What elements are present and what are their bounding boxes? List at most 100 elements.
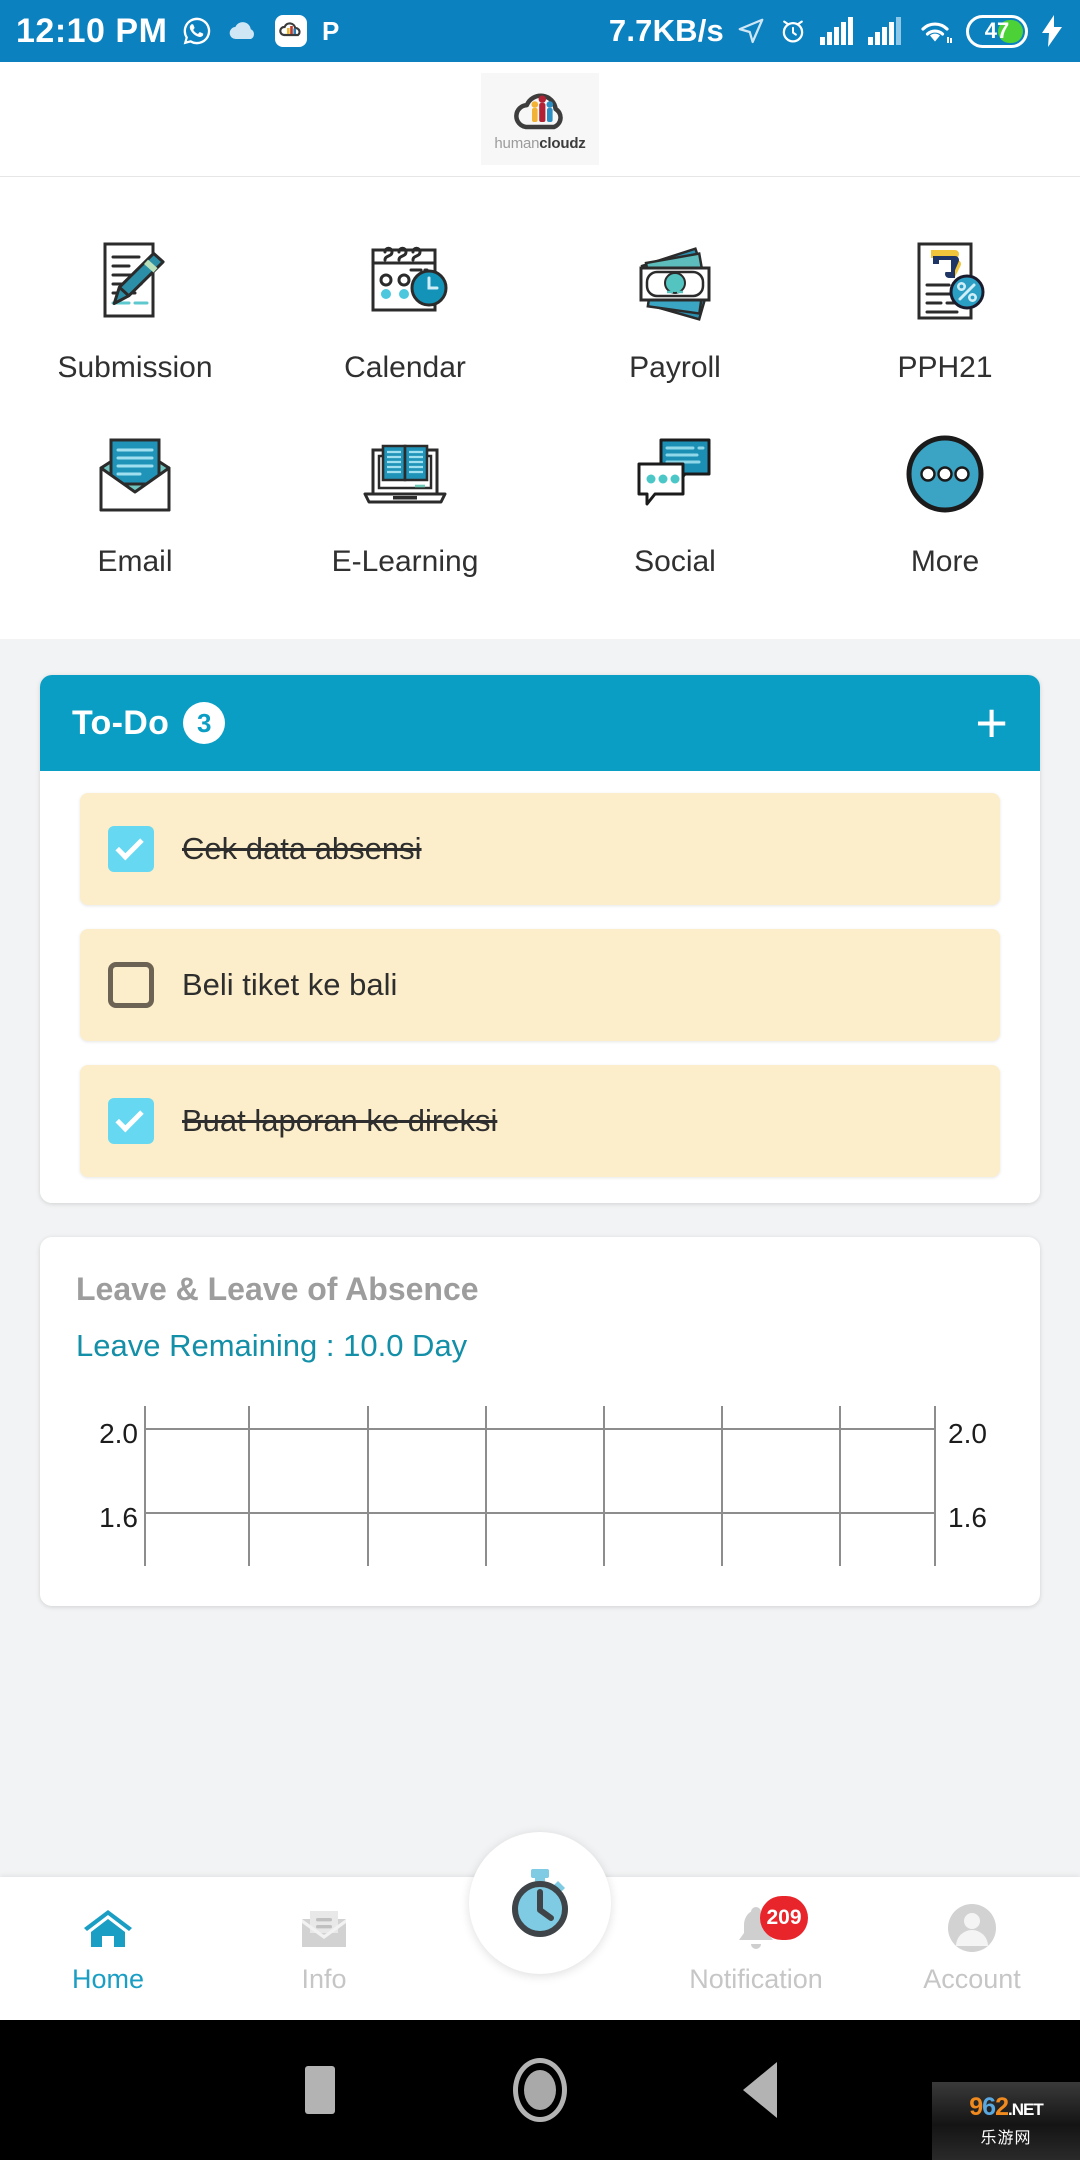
gridline-vertical: [839, 1406, 842, 1566]
network-speed: 7.7KB/s: [608, 13, 724, 48]
todo-checkbox-checked[interactable]: [108, 1098, 154, 1144]
todo-checkbox-checked[interactable]: [108, 826, 154, 872]
shortcut-pph21[interactable]: PPH21: [810, 209, 1080, 403]
battery-level: 47: [984, 18, 1010, 43]
shortcut-label: Payroll: [629, 351, 721, 384]
humancloudz-app-icon: [275, 15, 308, 47]
check-icon: [115, 832, 144, 861]
chat-bubbles-icon: [615, 421, 735, 531]
whatsapp-icon: [181, 15, 213, 47]
todo-title: To-Do: [72, 703, 170, 742]
app-logo: humancloudz: [481, 73, 599, 165]
chart-y-axis-left: 2.0 1.6: [76, 1406, 144, 1566]
cloud-icon: [227, 18, 261, 44]
todo-item-label: Beli tiket ke bali: [182, 967, 398, 1002]
status-bar: 12:10 PM P 7.7KB/s 47: [0, 0, 1080, 62]
y-tick-label: 1.6: [99, 1502, 138, 1533]
paypal-icon: P: [321, 15, 347, 47]
signal-icon-2: [868, 17, 904, 45]
shortcut-social[interactable]: Social: [540, 403, 810, 597]
signal-icon-1: [820, 17, 856, 45]
shortcut-label: More: [910, 545, 980, 578]
todo-item-label: Buat laporan ke direksi: [182, 1103, 498, 1138]
android-system-nav: 962.NET 乐游网: [0, 2020, 1080, 2160]
recents-button[interactable]: [210, 2066, 430, 2114]
todo-list-item[interactable]: Beli tiket ke bali: [80, 929, 1000, 1041]
nav-label: Info: [301, 1964, 347, 1994]
shortcut-label: Submission: [57, 351, 213, 384]
shortcut-label: PPH21: [897, 351, 993, 384]
nav-label: Account: [923, 1964, 1021, 1994]
watermark-net: .NET: [1007, 2099, 1044, 2119]
site-watermark: 962.NET 乐游网: [932, 2082, 1080, 2160]
chart-y-axis-right: 2.0 1.6: [936, 1406, 1004, 1566]
shortcut-elearning[interactable]: E-Learning: [270, 403, 540, 597]
leave-remaining-text: Leave Remaining : 10.0 Day: [76, 1328, 468, 1363]
gridline-vertical: [721, 1406, 724, 1566]
gridline-vertical: [248, 1406, 251, 1566]
alarm-icon: [778, 16, 808, 46]
y-tick-label: 2.0: [99, 1418, 138, 1449]
shortcut-more[interactable]: More: [810, 403, 1080, 597]
shortcut-email[interactable]: Email: [0, 403, 270, 597]
nav-item-notification[interactable]: 209 Notification: [648, 1896, 864, 1995]
shortcut-label: Email: [97, 545, 173, 578]
watermark-digit-6: 6: [982, 2092, 996, 2121]
app-logo-text: humancloudz: [494, 135, 585, 152]
notification-badge: 209: [760, 1896, 808, 1940]
watermark-digit-9: 9: [969, 2092, 983, 2121]
home-circle-icon: [513, 2058, 567, 2122]
add-todo-button[interactable]: +: [975, 695, 1008, 751]
todo-card: To-Do 3 + Cek data absensi Beli tiket ke…: [40, 675, 1040, 1203]
shortcut-calendar[interactable]: Calendar: [270, 209, 540, 403]
todo-item-label: Cek data absensi: [182, 831, 422, 866]
wifi-icon: [916, 16, 954, 46]
todo-checkbox-unchecked[interactable]: [108, 962, 154, 1008]
nav-item-account[interactable]: Account: [864, 1902, 1080, 1995]
shortcut-submission[interactable]: Submission: [0, 209, 270, 403]
y-tick-label: 2.0: [948, 1418, 987, 1449]
todo-list: Cek data absensi Beli tiket ke bali Buat…: [40, 771, 1040, 1203]
svg-text:P: P: [322, 16, 339, 46]
chart-plot-area: [144, 1406, 936, 1566]
money-banknote-icon: [615, 227, 735, 337]
home-button[interactable]: [430, 2058, 650, 2122]
nav-item-home[interactable]: Home: [0, 1902, 216, 1995]
user-avatar-icon: [944, 1902, 1000, 1954]
battery-icon: 47: [966, 14, 1028, 48]
home-icon: [80, 1902, 136, 1954]
logo-text-light: human: [494, 134, 540, 152]
todo-count-badge: 3: [183, 702, 226, 744]
nav-label: Notification: [689, 1964, 823, 1994]
phone-screen: 12:10 PM P 7.7KB/s 47 humancloudz Submis…: [0, 0, 1080, 2160]
charging-bolt-icon: [1040, 15, 1064, 47]
stopwatch-fab-button[interactable]: [469, 1832, 611, 1974]
todo-list-item[interactable]: Cek data absensi: [80, 793, 1000, 905]
watermark-chinese: 乐游网: [980, 2129, 1032, 2147]
shortcut-label: Calendar: [344, 351, 466, 384]
leave-card: Leave & Leave of Absence Leave Remaining…: [40, 1237, 1040, 1606]
ellipsis-circle-icon: [885, 421, 1005, 531]
watermark-digit-2: 2: [995, 2092, 1009, 2121]
tax-document-percent-icon: [885, 227, 1005, 337]
leave-chart: 2.0 1.6 2.0 1.6: [76, 1406, 1004, 1606]
shortcut-label: E-Learning: [331, 545, 479, 578]
back-button[interactable]: [650, 2062, 870, 2118]
stopwatch-icon: [512, 1869, 568, 1937]
gridline-vertical: [484, 1406, 487, 1566]
gridline-vertical: [366, 1406, 369, 1566]
nav-item-info[interactable]: Info: [216, 1902, 432, 1995]
shortcut-label: Social: [634, 545, 716, 578]
back-triangle-icon: [743, 2062, 777, 2118]
app-header: humancloudz: [0, 62, 1080, 177]
gridline-vertical: [603, 1406, 606, 1566]
shortcut-grid: Submission Calendar Payroll PPH21 Email …: [0, 177, 1080, 639]
todo-list-item[interactable]: Buat laporan ke direksi: [80, 1065, 1000, 1177]
calendar-clock-icon: [345, 227, 465, 337]
shortcut-payroll[interactable]: Payroll: [540, 209, 810, 403]
gridline-horizontal: [146, 1512, 934, 1514]
nav-label: Home: [71, 1964, 145, 1994]
status-bar-left: 12:10 PM P: [16, 12, 347, 51]
shortcut-row-2: Email E-Learning Social More: [0, 403, 1080, 597]
shortcut-row-1: Submission Calendar Payroll PPH21: [0, 209, 1080, 403]
